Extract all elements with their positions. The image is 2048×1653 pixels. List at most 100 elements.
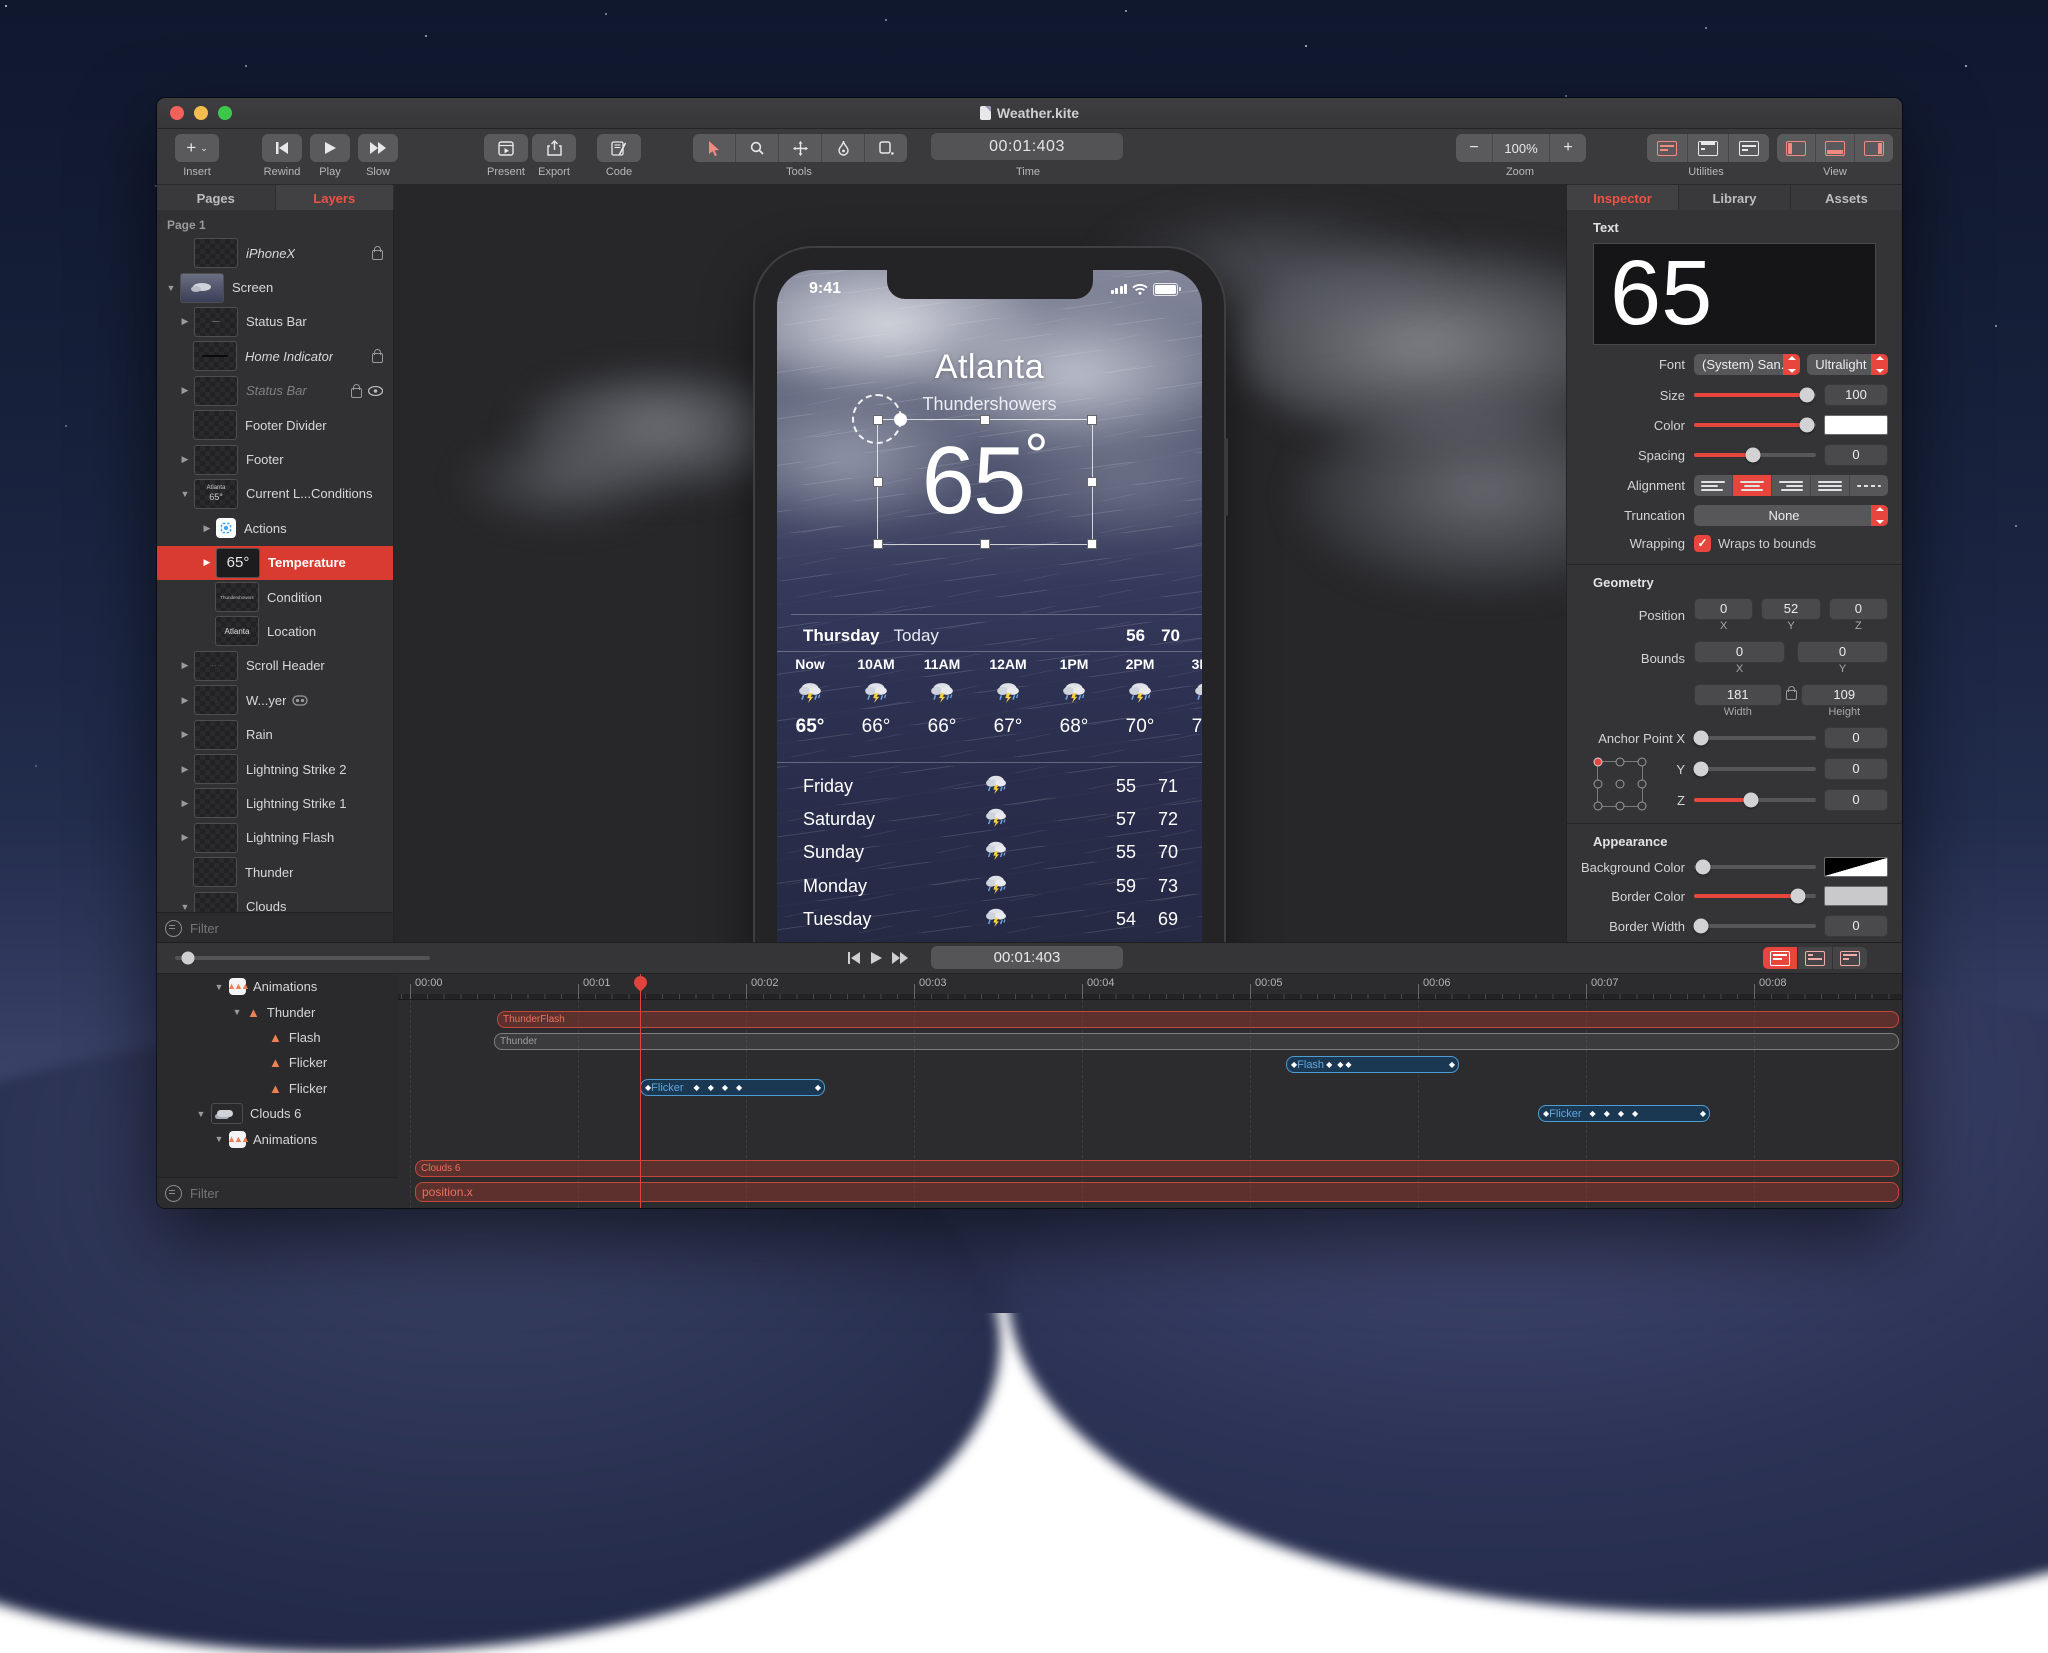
anchor-y-value[interactable]: 0 — [1824, 758, 1888, 780]
wrapping-checkbox[interactable]: ✓ — [1694, 535, 1711, 552]
timeline-view-list-button[interactable] — [1833, 947, 1867, 969]
layer-row-temperature[interactable]: ▶ 65° Temperature — [157, 546, 393, 580]
layer-row-scroll-header[interactable]: ▶ ····· Scroll Header — [157, 649, 393, 683]
tab-assets[interactable]: Assets — [1791, 185, 1902, 211]
disclosure-triangle[interactable]: ▶ — [179, 695, 191, 706]
layer-row-thunder[interactable]: Thunder — [157, 855, 393, 889]
text-color-swatch[interactable] — [1824, 415, 1888, 435]
keyframe-diamond[interactable]: ◆ — [694, 1083, 700, 1092]
rewind-button[interactable] — [262, 134, 302, 162]
tab-library[interactable]: Library — [1679, 185, 1791, 211]
font-weight-dropdown[interactable]: Ultralight — [1807, 354, 1888, 375]
align-justify-button[interactable] — [1811, 475, 1850, 496]
layer-row-condition[interactable]: Thundershowers Condition — [157, 580, 393, 614]
anchor-z-slider[interactable] — [1694, 798, 1816, 802]
timeline-row-thunder[interactable]: ▼ ▲ Thunder — [157, 999, 398, 1024]
daily-forecast[interactable]: Friday5571 Saturday5772 Sunday5570 Monda… — [803, 770, 1178, 936]
disclosure-triangle[interactable]: ▼ — [231, 1007, 243, 1017]
timeline-tracks[interactable]: 00:00 00:01 00:02 00:03 00:04 00:05 00:0… — [398, 974, 1902, 1208]
anchor-x-slider[interactable] — [1694, 736, 1816, 740]
select-tool[interactable] — [693, 134, 736, 162]
layer-row-footer-divider[interactable]: Footer Divider — [157, 408, 393, 442]
keyframe-diamond[interactable]: ◆ — [1337, 1060, 1343, 1069]
anchor-x-value[interactable]: 0 — [1824, 727, 1888, 749]
keyframe-bar-flash[interactable]: ◆Flash ◆◆◆ ◆ — [1286, 1056, 1459, 1073]
size-value[interactable]: 100 — [1824, 384, 1888, 406]
size-slider[interactable] — [1694, 393, 1816, 397]
timeline-row-animations-2[interactable]: ▼ ▲▲▲ Animations — [157, 1126, 398, 1151]
daily-row[interactable]: Sunday5570 — [803, 836, 1178, 869]
disclosure-triangle[interactable]: ▼ — [179, 902, 191, 912]
zoom-level[interactable]: 100% — [1493, 134, 1550, 162]
selection-handle[interactable] — [873, 539, 883, 549]
iphone-x-frame[interactable]: 9:41 Atlanta Thundershowers 65° — [755, 248, 1224, 943]
playhead[interactable] — [640, 974, 641, 1208]
bounds-y-field[interactable]: 0 — [1797, 641, 1888, 663]
daily-row[interactable]: Saturday5772 — [803, 803, 1178, 836]
insert-button[interactable]: +⌄ — [175, 134, 219, 162]
daily-row[interactable]: Friday5571 — [803, 770, 1178, 803]
utilities-settings-button[interactable] — [1729, 134, 1769, 162]
layer-row-home-indicator[interactable]: Home Indicator — [157, 339, 393, 373]
timeline-view-curves-button[interactable] — [1798, 947, 1833, 969]
font-family-dropdown[interactable]: (System) San... — [1694, 354, 1800, 375]
color-slider[interactable] — [1694, 423, 1816, 427]
position-x-field[interactable]: 0 — [1694, 598, 1753, 620]
disclosure-triangle[interactable]: ▼ — [179, 489, 191, 499]
position-y-field[interactable]: 52 — [1761, 598, 1820, 620]
spacing-value[interactable]: 0 — [1824, 444, 1888, 466]
align-center-button[interactable] — [1733, 475, 1772, 496]
timeline-view-keyframes-button[interactable] — [1763, 947, 1798, 969]
layer-row-actions[interactable]: ▶ Actions — [157, 511, 393, 545]
background-color-slider[interactable] — [1694, 865, 1816, 869]
selection-handle[interactable] — [1087, 415, 1097, 425]
aspect-lock-icon[interactable] — [1786, 690, 1797, 700]
utilities-inspector-button[interactable] — [1647, 134, 1688, 162]
tab-layers[interactable]: Layers — [276, 185, 394, 211]
disclosure-triangle[interactable]: ▶ — [201, 557, 213, 568]
shape-tool[interactable] — [865, 134, 907, 162]
view-right-panel-button[interactable] — [1855, 134, 1893, 162]
align-right-button[interactable] — [1772, 475, 1811, 496]
timeline-row-clouds-6[interactable]: ▼ Clouds 6 — [157, 1101, 398, 1126]
bounds-x-field[interactable]: 0 — [1694, 641, 1785, 663]
disclosure-triangle[interactable]: ▶ — [179, 764, 191, 775]
disclosure-triangle[interactable]: ▶ — [179, 832, 191, 843]
keyframe-diamond[interactable]: ◆ — [1345, 1060, 1351, 1069]
play-button[interactable] — [310, 134, 350, 162]
keyframe-diamond[interactable]: ◆ — [1604, 1109, 1610, 1118]
width-field[interactable]: 181 — [1694, 684, 1782, 706]
align-left-button[interactable] — [1694, 475, 1733, 496]
timeline-row-flash[interactable]: ▲ Flash — [157, 1025, 398, 1050]
timeline-filter-input[interactable] — [188, 1185, 312, 1202]
layer-row-status-bar[interactable]: ▶— Status Bar — [157, 305, 393, 339]
layer-row-current-conditions[interactable]: ▼ Atlanta65° Current L...Conditions — [157, 477, 393, 511]
timeline-ff-button[interactable] — [892, 952, 909, 964]
present-button[interactable] — [484, 134, 528, 162]
track-bar-thunderflash[interactable]: ThunderFlash — [497, 1011, 1899, 1028]
timeline-play-button[interactable] — [871, 952, 882, 964]
export-button[interactable] — [532, 134, 576, 162]
keyframe-diamond[interactable]: ◆ — [1449, 1060, 1455, 1069]
layer-row-status-bar-hidden[interactable]: ▶ Status Bar — [157, 374, 393, 408]
selection-handle[interactable] — [1087, 539, 1097, 549]
layer-row-lightning-strike-1[interactable]: ▶ Lightning Strike 1 — [157, 786, 393, 820]
disclosure-triangle[interactable]: ▶ — [201, 523, 213, 534]
anchor-z-value[interactable]: 0 — [1824, 789, 1888, 811]
track-bar-position-x[interactable]: position.x — [415, 1182, 1899, 1202]
border-color-slider[interactable] — [1694, 894, 1816, 898]
selection-handle[interactable] — [1087, 477, 1097, 487]
zoom-tool[interactable] — [736, 134, 779, 162]
zoom-in-button[interactable]: + — [1550, 134, 1586, 162]
border-width-slider[interactable] — [1694, 924, 1816, 928]
move-tool[interactable] — [779, 134, 822, 162]
keyframe-diamond[interactable]: ◆ — [736, 1083, 742, 1092]
disclosure-triangle[interactable]: ▼ — [195, 1109, 207, 1119]
keyframe-diamond[interactable]: ◆ — [1632, 1109, 1638, 1118]
track-bar-clouds-6[interactable]: Clouds 6 — [415, 1160, 1899, 1177]
timeline-time-display[interactable]: 00:01:403 — [931, 946, 1123, 969]
anchor-point-grid[interactable] — [1597, 761, 1643, 807]
disclosure-triangle[interactable]: ▶ — [179, 316, 191, 327]
layer-row-location[interactable]: Atlanta Location — [157, 614, 393, 648]
pen-tool[interactable] — [822, 134, 865, 162]
